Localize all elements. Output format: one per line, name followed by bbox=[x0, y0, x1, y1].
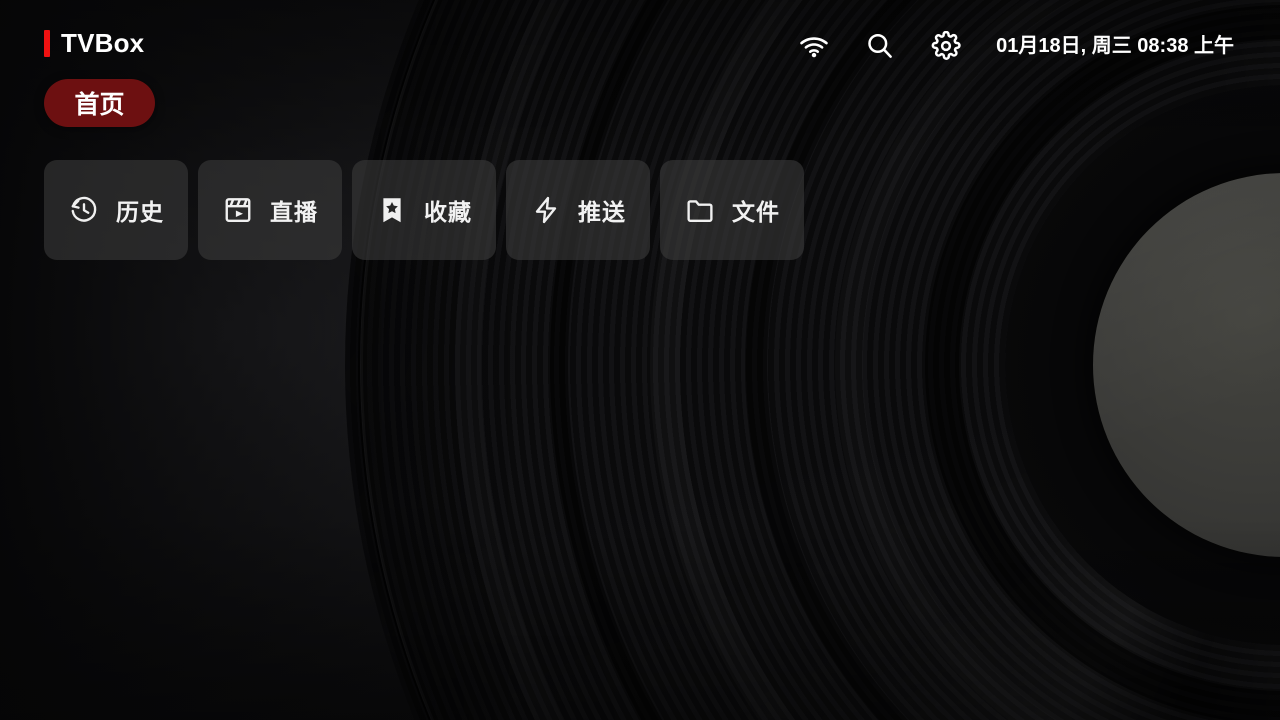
ui-layer: TVBox 01月18日, 周三 08:38 上午 首页 历史 直播 收藏 推送… bbox=[0, 0, 1280, 720]
folder-icon bbox=[684, 194, 716, 226]
shortcut-card-favorites-label: 收藏 bbox=[424, 199, 472, 225]
shortcut-card-history[interactable]: 历史 bbox=[44, 160, 188, 260]
shortcut-card-history-label: 历史 bbox=[116, 199, 164, 225]
top-bar: TVBox 01月18日, 周三 08:38 上午 bbox=[0, 0, 1280, 92]
shortcut-card-files[interactable]: 文件 bbox=[660, 160, 804, 260]
shortcut-card-files-label: 文件 bbox=[732, 199, 780, 225]
shortcut-card-row: 历史 直播 收藏 推送 文件 bbox=[44, 160, 804, 260]
live-clapperboard-icon bbox=[222, 194, 254, 226]
nav-tab-home[interactable]: 首页 bbox=[44, 79, 155, 127]
tvbox-home-screen: TVBox 01月18日, 周三 08:38 上午 首页 历史 直播 收藏 推送… bbox=[0, 0, 1280, 720]
datetime-label: 01月18日, 周三 08:38 上午 bbox=[996, 35, 1234, 57]
shortcut-card-push-label: 推送 bbox=[578, 199, 626, 225]
shortcut-card-push[interactable]: 推送 bbox=[506, 160, 650, 260]
wifi-icon[interactable] bbox=[794, 26, 834, 66]
shortcut-card-live-label: 直播 bbox=[270, 199, 318, 225]
history-clock-icon bbox=[68, 194, 100, 226]
shortcut-card-live[interactable]: 直播 bbox=[198, 160, 342, 260]
brand-logo: TVBox bbox=[44, 30, 144, 57]
nav-tabs: 首页 bbox=[44, 79, 155, 127]
brand-accent-bar bbox=[44, 30, 50, 57]
shortcut-card-favorites[interactable]: 收藏 bbox=[352, 160, 496, 260]
brand-name-label: TVBox bbox=[61, 28, 145, 58]
settings-gear-icon[interactable] bbox=[926, 26, 966, 66]
status-bar: 01月18日, 周三 08:38 上午 bbox=[794, 26, 1234, 66]
nav-tab-home-label: 首页 bbox=[74, 91, 125, 119]
lightning-bolt-icon bbox=[530, 194, 562, 226]
bookmark-star-icon bbox=[376, 194, 408, 226]
search-icon[interactable] bbox=[860, 26, 900, 66]
